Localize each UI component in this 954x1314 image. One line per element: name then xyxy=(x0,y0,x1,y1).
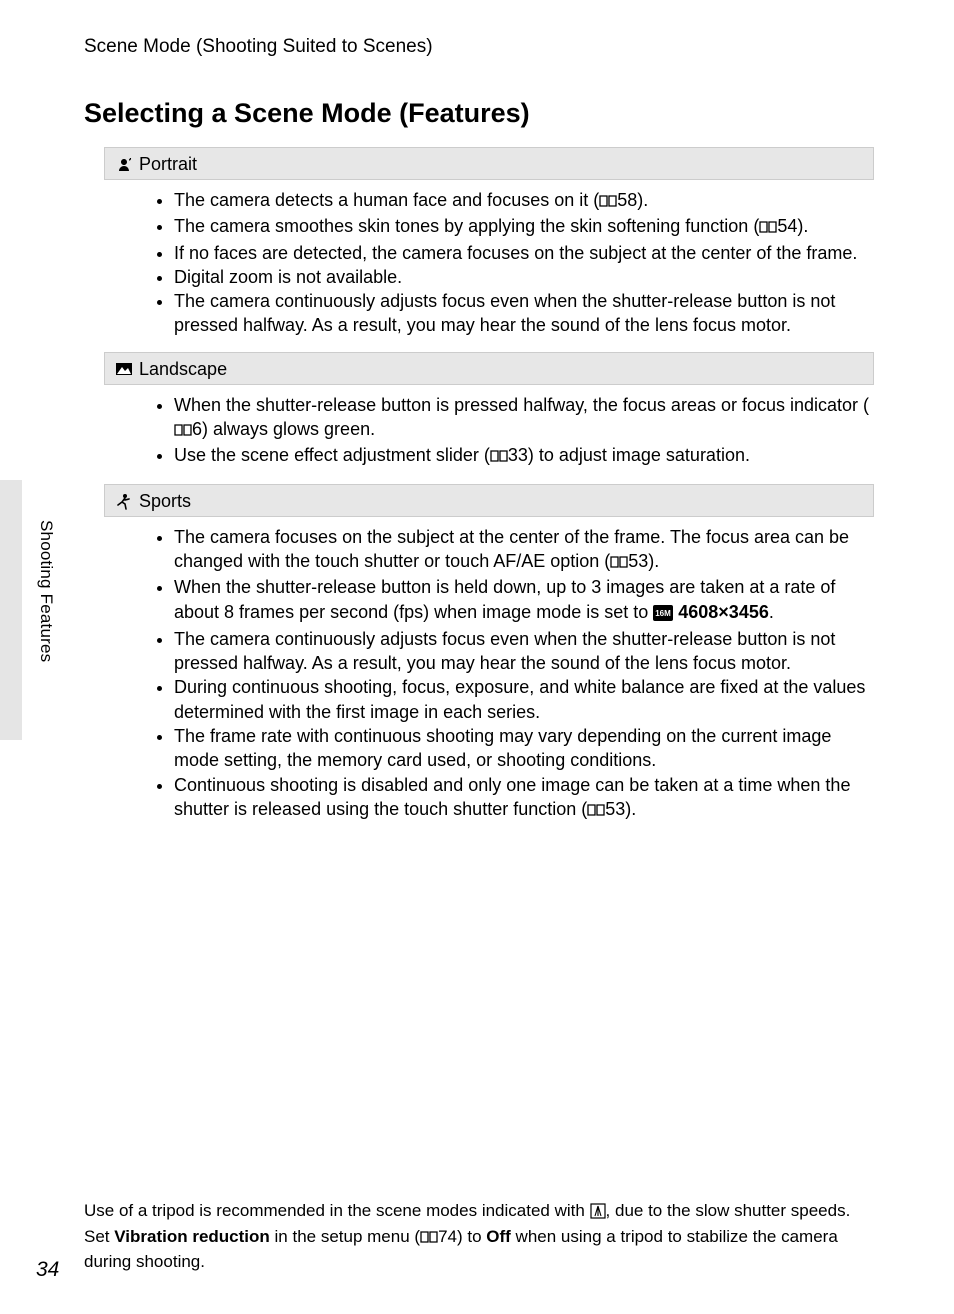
feature-list: The camera detects a human face and focu… xyxy=(150,188,874,338)
text: 53). xyxy=(628,551,659,571)
section-header-landscape: Landscape xyxy=(104,352,874,385)
text: in the setup menu ( xyxy=(270,1227,420,1246)
feature-list: The camera focuses on the subject at the… xyxy=(150,525,874,824)
text: Use the scene effect adjustment slider ( xyxy=(174,445,490,465)
svg-text:16M: 16M xyxy=(655,609,671,618)
book-ref-icon xyxy=(610,551,628,575)
list-item: The camera focuses on the subject at the… xyxy=(174,525,874,576)
list-item: Continuous shooting is disabled and only… xyxy=(174,773,874,824)
text: 54). xyxy=(777,216,808,236)
list-item: The camera detects a human face and focu… xyxy=(174,188,874,214)
list-item: During continuous shooting, focus, expos… xyxy=(174,675,874,724)
sports-content: The camera focuses on the subject at the… xyxy=(104,525,874,824)
breadcrumb: Scene Mode (Shooting Suited to Scenes) xyxy=(84,36,874,58)
book-ref-icon xyxy=(599,190,617,214)
text: 6) always glows green. xyxy=(192,419,375,439)
section-title: Landscape xyxy=(139,359,227,380)
list-item: If no faces are detected, the camera foc… xyxy=(174,241,874,265)
page-title: Selecting a Scene Mode (Features) xyxy=(84,98,874,129)
manual-page: Shooting Features Scene Mode (Shooting S… xyxy=(0,0,954,1314)
text: Continuous shooting is disabled and only… xyxy=(174,775,850,819)
feature-list: When the shutter-release button is press… xyxy=(150,393,874,470)
book-ref-icon xyxy=(759,216,777,240)
text: 53). xyxy=(605,799,636,819)
footer-note: Use of a tripod is recommended in the sc… xyxy=(84,1200,874,1274)
section-header-sports: Sports xyxy=(104,484,874,517)
portrait-content: The camera detects a human face and focu… xyxy=(104,188,874,338)
section-tab-strip xyxy=(0,480,22,740)
list-item: The camera continuously adjusts focus ev… xyxy=(174,289,874,338)
text: 74) to xyxy=(438,1227,486,1246)
book-ref-icon xyxy=(490,445,508,469)
text-bold: Off xyxy=(486,1227,511,1246)
sports-icon xyxy=(115,492,133,510)
section-title: Portrait xyxy=(139,154,197,175)
tripod-icon xyxy=(590,1203,606,1226)
text: . xyxy=(769,602,774,622)
section-header-portrait: Portrait xyxy=(104,147,874,180)
page-number: 34 xyxy=(36,1258,59,1282)
list-item: The camera continuously adjusts focus ev… xyxy=(174,627,874,676)
text: The camera smoothes skin tones by applyi… xyxy=(174,216,759,236)
list-item: Digital zoom is not available. xyxy=(174,265,874,289)
list-item: The camera smoothes skin tones by applyi… xyxy=(174,214,874,240)
landscape-content: When the shutter-release button is press… xyxy=(104,393,874,470)
text: The camera detects a human face and focu… xyxy=(174,190,599,210)
book-ref-icon xyxy=(420,1228,438,1251)
list-item: Use the scene effect adjustment slider (… xyxy=(174,443,874,469)
text: When the shutter-release button is press… xyxy=(174,395,869,415)
image-size-icon: 16M xyxy=(653,603,673,627)
text: The camera focuses on the subject at the… xyxy=(174,527,849,571)
book-ref-icon xyxy=(174,419,192,443)
text: 58). xyxy=(617,190,648,210)
text-bold: 4608×3456 xyxy=(673,602,769,622)
landscape-icon xyxy=(115,360,133,378)
list-item: The frame rate with continuous shooting … xyxy=(174,724,874,773)
text: Use of a tripod is recommended in the sc… xyxy=(84,1201,590,1220)
section-title: Sports xyxy=(139,491,191,512)
portrait-icon xyxy=(115,156,133,174)
text-bold: Vibration reduction xyxy=(114,1227,270,1246)
book-ref-icon xyxy=(587,799,605,823)
section-tab-label: Shooting Features xyxy=(36,520,56,662)
list-item: When the shutter-release button is press… xyxy=(174,393,874,444)
list-item: When the shutter-release button is held … xyxy=(174,575,874,627)
text: 33) to adjust image saturation. xyxy=(508,445,750,465)
